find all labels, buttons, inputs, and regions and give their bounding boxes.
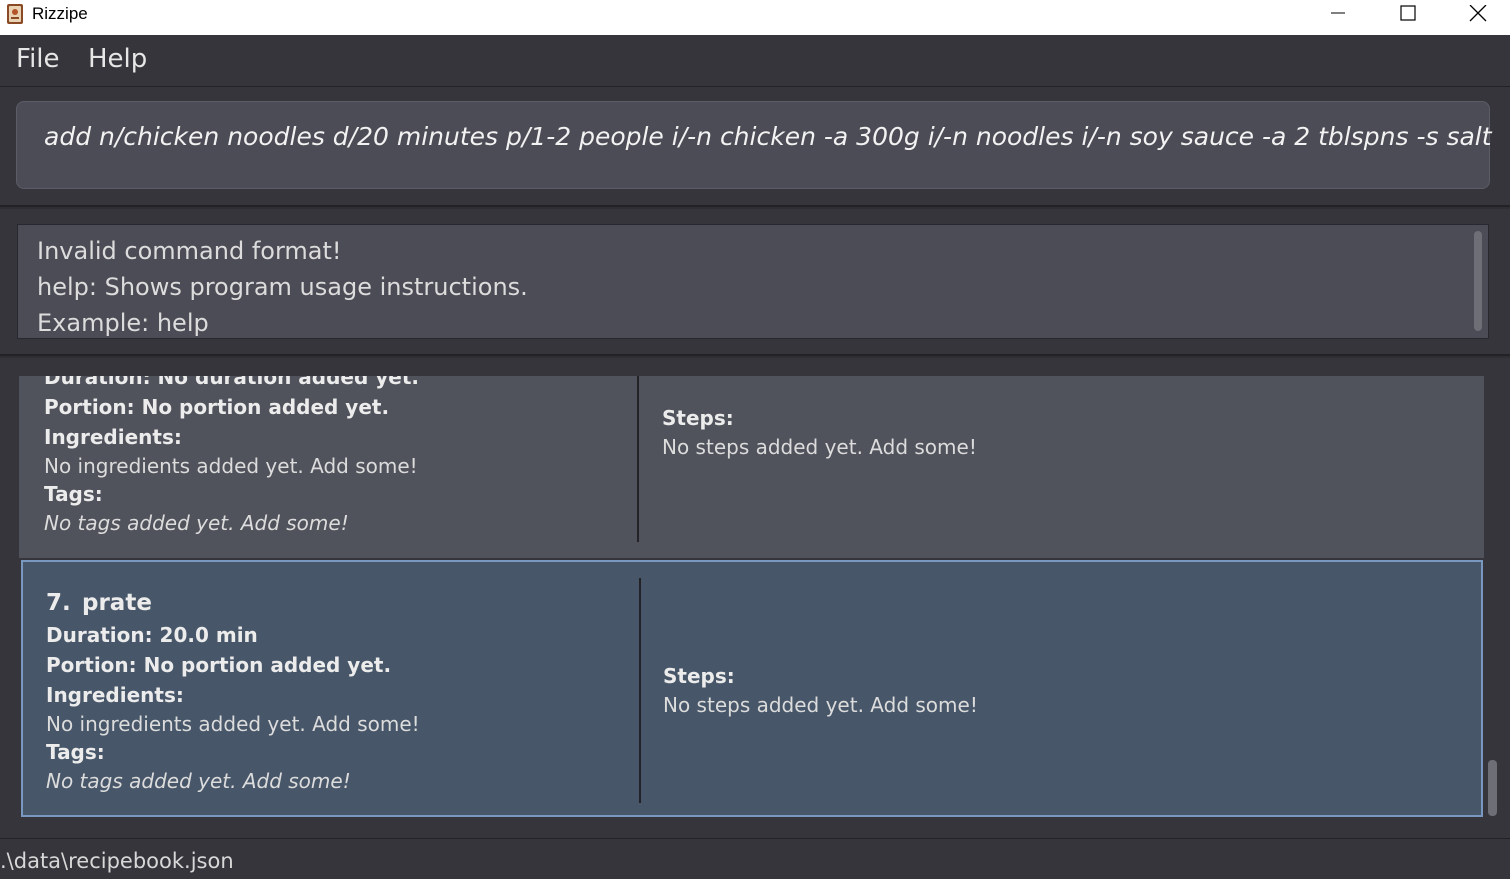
recipe-portion: Portion: No portion added yet. <box>44 395 390 419</box>
recipe-steps-label: Steps: <box>662 406 734 430</box>
card-divider <box>639 578 641 803</box>
recipe-tags: No tags added yet. Add some! <box>44 511 349 535</box>
recipe-tags-label: Tags: <box>46 740 105 764</box>
command-input-text: add n/chicken noodles d/20 minutes p/1-2… <box>44 122 1492 151</box>
recipe-steps: No steps added yet. Add some! <box>662 435 977 459</box>
result-scrollbar[interactable] <box>1474 231 1482 331</box>
command-input[interactable]: add n/chicken noodles d/20 minutes p/1-2… <box>16 101 1492 189</box>
recipe-tags: No tags added yet. Add some! <box>46 769 351 793</box>
recipe-tags-label: Tags: <box>44 482 103 506</box>
status-bar: .\data\recipebook.json <box>0 838 1510 879</box>
recipe-ingredients: No ingredients added yet. Add some! <box>46 712 420 736</box>
app-book-icon <box>5 3 25 25</box>
recipe-steps-label: Steps: <box>663 664 735 688</box>
window-title: Rizzipe <box>32 4 88 23</box>
maximize-button[interactable] <box>1378 0 1438 35</box>
recipe-card[interactable]: Duration: No duration added yet. Portion… <box>19 376 1484 558</box>
recipe-ingredients-label: Ingredients: <box>44 425 182 449</box>
minimize-button[interactable] <box>1308 0 1368 35</box>
result-display-panel: Invalid command format! help: Shows prog… <box>0 209 1510 356</box>
command-box-panel: add n/chicken noodles d/20 minutes p/1-2… <box>0 87 1510 207</box>
recipe-steps: No steps added yet. Add some! <box>663 693 978 717</box>
menu-file[interactable]: File <box>16 44 60 74</box>
recipe-index: 7. <box>46 590 71 616</box>
result-line: help: Shows program usage instructions. <box>37 273 528 301</box>
title-bar: Rizzipe <box>0 0 1510 35</box>
result-line: Invalid command format! <box>37 237 342 265</box>
recipe-duration: Duration: 20.0 min <box>46 623 258 647</box>
result-line: Example: help <box>37 309 209 337</box>
recipe-name: prate <box>82 590 152 616</box>
close-button[interactable] <box>1448 0 1508 35</box>
card-divider <box>637 376 639 542</box>
result-display[interactable]: Invalid command format! help: Shows prog… <box>17 224 1489 339</box>
recipe-portion: Portion: No portion added yet. <box>46 653 392 677</box>
menu-help[interactable]: Help <box>88 44 147 74</box>
list-scrollbar[interactable] <box>1488 760 1497 816</box>
recipe-ingredients-label: Ingredients: <box>46 683 184 707</box>
data-file-path: .\data\recipebook.json <box>0 849 234 873</box>
recipe-ingredients: No ingredients added yet. Add some! <box>44 454 418 478</box>
recipe-list[interactable]: Duration: No duration added yet. Portion… <box>0 358 1510 838</box>
menu-bar: File Help <box>0 35 1510 87</box>
recipe-duration: Duration: No duration added yet. <box>44 376 419 389</box>
recipe-card-selected[interactable]: 7. prate Duration: 20.0 min Portion: No … <box>21 560 1483 817</box>
